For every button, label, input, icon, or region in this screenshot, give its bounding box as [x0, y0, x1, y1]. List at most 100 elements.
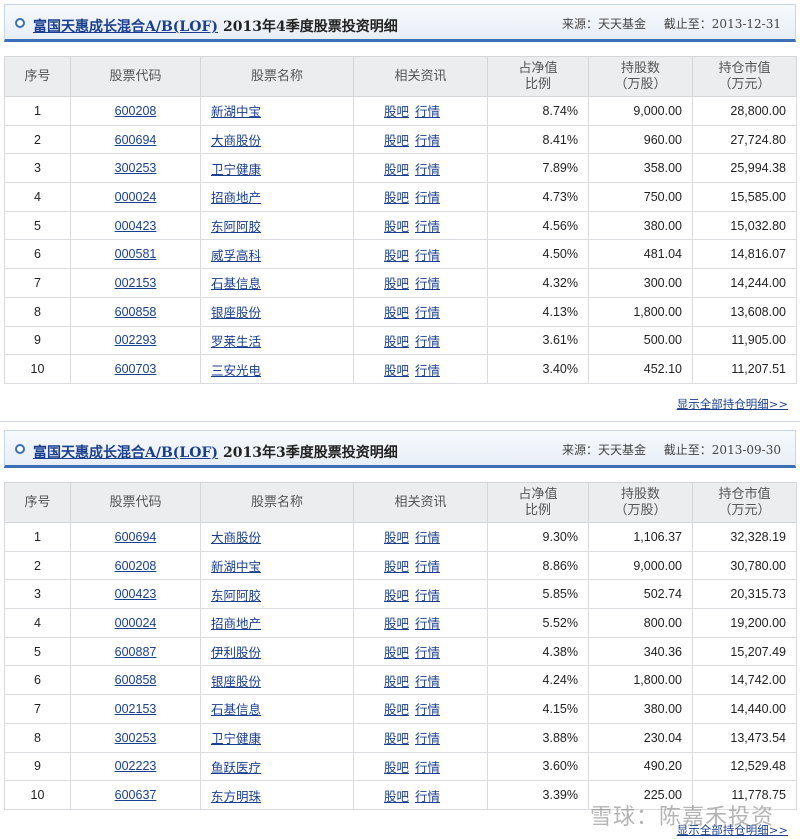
stock-code-link[interactable]: 000581 — [115, 247, 157, 261]
code-cell: 600858 — [70, 296, 201, 327]
quote-link[interactable]: 行情 — [415, 276, 440, 291]
stock-code-link[interactable]: 000423 — [115, 219, 157, 233]
stock-code-link[interactable]: 600637 — [115, 788, 157, 802]
col-shares: 持股数 （万股） — [588, 482, 693, 523]
quote-link[interactable]: 行情 — [415, 190, 440, 205]
show-all-link[interactable]: 显示全部持仓明细>> — [677, 396, 788, 412]
quote-link[interactable]: 行情 — [415, 616, 440, 631]
stock-name-link[interactable]: 石基信息 — [211, 276, 261, 291]
quote-link[interactable]: 行情 — [415, 363, 440, 378]
stock-name-link[interactable]: 银座股份 — [211, 674, 261, 689]
code-cell: 000581 — [70, 239, 201, 270]
stock-code-link[interactable]: 600858 — [115, 305, 157, 319]
quote-link[interactable]: 行情 — [415, 789, 440, 804]
stock-code-link[interactable]: 000024 — [115, 190, 157, 204]
seq-cell: 10 — [4, 780, 71, 810]
stock-name-link[interactable]: 招商地产 — [211, 190, 261, 205]
shares-cell: 500.00 — [588, 325, 693, 356]
guba-link[interactable]: 股吧 — [384, 559, 409, 574]
quote-link[interactable]: 行情 — [415, 530, 440, 545]
stock-code-link[interactable]: 600694 — [115, 133, 157, 147]
stock-code-link[interactable]: 002153 — [115, 702, 157, 716]
stock-code-link[interactable]: 600208 — [115, 559, 157, 573]
quote-link[interactable]: 行情 — [415, 645, 440, 660]
guba-link[interactable]: 股吧 — [384, 334, 409, 349]
value-cell: 13,608.00 — [692, 296, 797, 327]
stock-name-link[interactable]: 三安光电 — [211, 363, 261, 378]
stock-name-link[interactable]: 东阿阿胶 — [211, 219, 261, 234]
stock-name-link[interactable]: 东阿阿胶 — [211, 588, 261, 603]
stock-name-link[interactable]: 银座股份 — [211, 305, 261, 320]
value-cell: 13,473.54 — [692, 722, 797, 753]
guba-link[interactable]: 股吧 — [384, 133, 409, 148]
value-cell: 19,200.00 — [692, 608, 797, 638]
guba-link[interactable]: 股吧 — [384, 190, 409, 205]
guba-link[interactable]: 股吧 — [384, 645, 409, 660]
quote-link[interactable]: 行情 — [415, 588, 440, 603]
stock-name-link[interactable]: 威孚高科 — [211, 248, 261, 263]
name-cell: 罗莱生活 — [200, 325, 354, 356]
guba-link[interactable]: 股吧 — [384, 616, 409, 631]
name-cell: 卫宁健康 — [200, 722, 354, 753]
stock-name-link[interactable]: 大商股份 — [211, 530, 261, 545]
guba-link[interactable]: 股吧 — [384, 760, 409, 775]
as-of-date: 截止至：2013-09-30 — [663, 443, 781, 457]
name-cell: 威孚高科 — [200, 239, 354, 270]
stock-name-link[interactable]: 新湖中宝 — [211, 104, 261, 119]
shares-cell: 9,000.00 — [588, 96, 693, 126]
guba-link[interactable]: 股吧 — [384, 104, 409, 119]
fund-link[interactable]: 富国天惠成长混合A/B(LOF) — [33, 16, 218, 36]
stock-name-link[interactable]: 石基信息 — [211, 702, 261, 717]
quote-link[interactable]: 行情 — [415, 559, 440, 574]
guba-link[interactable]: 股吧 — [384, 731, 409, 746]
quote-link[interactable]: 行情 — [415, 334, 440, 349]
quote-link[interactable]: 行情 — [415, 760, 440, 775]
stock-code-link[interactable]: 300253 — [115, 731, 157, 745]
stock-code-link[interactable]: 002153 — [115, 276, 157, 290]
quote-link[interactable]: 行情 — [415, 731, 440, 746]
fund-link[interactable]: 富国天惠成长混合A/B(LOF) — [33, 442, 218, 462]
stock-name-link[interactable]: 鱼跃医疗 — [211, 760, 261, 775]
quote-link[interactable]: 行情 — [415, 702, 440, 717]
quote-link[interactable]: 行情 — [415, 104, 440, 119]
stock-name-link[interactable]: 东方明珠 — [211, 789, 261, 804]
guba-link[interactable]: 股吧 — [384, 162, 409, 177]
stock-code-link[interactable]: 600858 — [115, 673, 157, 687]
guba-link[interactable]: 股吧 — [384, 248, 409, 263]
guba-link[interactable]: 股吧 — [384, 305, 409, 320]
stock-code-link[interactable]: 000024 — [115, 616, 157, 630]
stock-name-link[interactable]: 卫宁健康 — [211, 731, 261, 746]
stock-code-link[interactable]: 000423 — [115, 587, 157, 601]
stock-name-link[interactable]: 大商股份 — [211, 133, 261, 148]
quote-link[interactable]: 行情 — [415, 305, 440, 320]
stock-name-link[interactable]: 新湖中宝 — [211, 559, 261, 574]
stock-code-link[interactable]: 300253 — [115, 161, 157, 175]
quote-link[interactable]: 行情 — [415, 162, 440, 177]
guba-link[interactable]: 股吧 — [384, 276, 409, 291]
quote-link[interactable]: 行情 — [415, 248, 440, 263]
stock-code-link[interactable]: 600887 — [115, 645, 157, 659]
bullet-icon — [15, 444, 25, 454]
stock-name-link[interactable]: 罗莱生活 — [211, 334, 261, 349]
stock-code-link[interactable]: 600208 — [115, 104, 157, 118]
name-cell: 招商地产 — [200, 182, 354, 212]
stock-name-link[interactable]: 招商地产 — [211, 616, 261, 631]
stock-name-link[interactable]: 卫宁健康 — [211, 162, 261, 177]
guba-link[interactable]: 股吧 — [384, 363, 409, 378]
guba-link[interactable]: 股吧 — [384, 219, 409, 234]
stock-code-link[interactable]: 600703 — [115, 362, 157, 376]
seq-cell: 9 — [4, 751, 71, 782]
guba-link[interactable]: 股吧 — [384, 702, 409, 717]
quote-link[interactable]: 行情 — [415, 133, 440, 148]
stock-code-link[interactable]: 600694 — [115, 530, 157, 544]
table-row: 5 000423 东阿阿胶 股吧 行情 4.56% 380.00 15,032.80 — [4, 210, 797, 241]
stock-code-link[interactable]: 002293 — [115, 333, 157, 347]
guba-link[interactable]: 股吧 — [384, 789, 409, 804]
stock-code-link[interactable]: 002223 — [115, 759, 157, 773]
quote-link[interactable]: 行情 — [415, 674, 440, 689]
stock-name-link[interactable]: 伊利股份 — [211, 645, 261, 660]
quote-link[interactable]: 行情 — [415, 219, 440, 234]
guba-link[interactable]: 股吧 — [384, 588, 409, 603]
guba-link[interactable]: 股吧 — [384, 530, 409, 545]
guba-link[interactable]: 股吧 — [384, 674, 409, 689]
